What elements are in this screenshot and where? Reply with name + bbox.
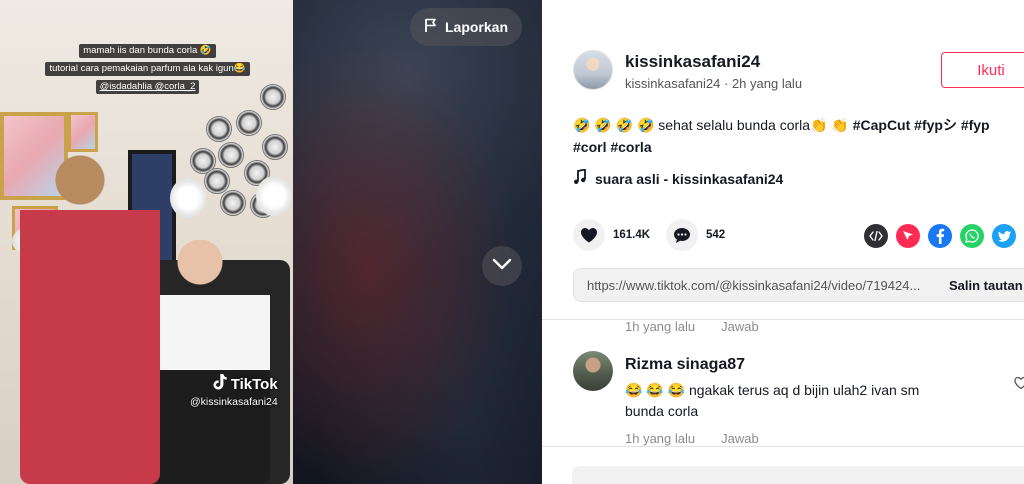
comment-reply-button[interactable]: Jawab (721, 431, 759, 446)
wall-painting-small (68, 112, 98, 152)
caption-line-2: tutorial cara pemakaian parfum ala kak i… (45, 62, 250, 76)
share-link-url[interactable]: https://www.tiktok.com/@kissinkasafani24… (574, 278, 939, 293)
divider (542, 319, 1024, 320)
caption-line-3: @isdadahlia @corla_2 (95, 80, 200, 94)
like-button[interactable]: 161.4K (573, 219, 650, 251)
comment-like-icon[interactable] (1014, 376, 1024, 395)
wall-plate (206, 116, 232, 142)
caption-line-1: mamah iis dan bunda corla 🤣 (79, 44, 216, 58)
comment-avatar[interactable] (573, 351, 613, 391)
comment-username[interactable]: Rizma sinaga87 (625, 356, 745, 374)
follow-button[interactable]: Ikuti (941, 52, 1024, 88)
tiktok-logo-icon (213, 374, 227, 394)
heart-icon (573, 219, 605, 251)
video-player[interactable]: mamah iis dan bunda corla 🤣 tutorial car… (0, 0, 542, 484)
flowers (170, 178, 206, 218)
standing-girl (20, 150, 160, 484)
hashtags[interactable]: #CapCut #fypシ #fyp (853, 117, 990, 133)
like-count: 161.4K (613, 229, 651, 241)
previous-comment-reply-button[interactable]: Jawab (721, 319, 759, 334)
author-username[interactable]: kissinkasafani24 (625, 52, 760, 72)
music-note-icon (573, 168, 587, 188)
author-meta: kissinkasafani24 · 2h yang lalu (625, 76, 803, 91)
whatsapp-icon[interactable] (960, 224, 984, 248)
share-link-box: https://www.tiktok.com/@kissinkasafani24… (573, 268, 1024, 302)
comment-button[interactable]: 542 (666, 219, 725, 251)
post-info-panel: kissinkasafani24 kissinkasafani24 · 2h y… (542, 0, 1024, 484)
comment-time: 1h yang lalu (625, 431, 696, 446)
previous-comment-meta: 1h yang lalu Jawab (625, 319, 759, 334)
description-text: 🤣 🤣 🤣 🤣 sehat selalu bunda corla👏 👏 (573, 117, 853, 133)
comment-icon (666, 219, 698, 251)
report-label: Laporkan (444, 19, 508, 35)
flowers (256, 176, 292, 216)
previous-comment-time: 1h yang lalu (625, 319, 696, 334)
divider (542, 446, 1024, 447)
wall-plate (218, 142, 244, 168)
author-avatar[interactable] (573, 50, 613, 90)
embed-icon[interactable] (864, 224, 888, 248)
next-video-button[interactable] (482, 246, 522, 286)
wall-plate (236, 110, 262, 136)
comment-count: 542 (706, 229, 726, 241)
tiktok-watermark: TikTok @kissinkasafani24 (190, 374, 278, 408)
copy-link-button[interactable]: Salin tautan (939, 278, 1023, 293)
wall-plate (260, 84, 286, 110)
wall-plate (220, 190, 246, 216)
facebook-icon[interactable] (928, 224, 952, 248)
report-button[interactable]: Laporkan (410, 8, 522, 46)
music-title: suara asli - kissinkasafani24 (595, 170, 784, 187)
hashtags-line-2[interactable]: #corl #corla (573, 139, 652, 155)
comment-meta: 1h yang lalu Jawab (625, 431, 759, 446)
watermark-brand: TikTok (230, 375, 278, 393)
comment-input-bar[interactable] (572, 466, 1024, 484)
wall-plate (204, 168, 230, 194)
flag-icon (424, 18, 438, 36)
post-description: 🤣 🤣 🤣 🤣 sehat selalu bunda corla👏 👏 #Cap… (573, 114, 1024, 158)
chevron-down-icon (492, 257, 512, 275)
music-link[interactable]: suara asli - kissinkasafani24 (573, 168, 784, 188)
seated-woman (150, 240, 270, 484)
twitter-icon[interactable] (992, 224, 1016, 248)
comment-text: 😂 😂 😂 ngakak terus aq d bijin ulah2 ivan… (625, 382, 920, 419)
watermark-username: @kissinkasafani24 (190, 396, 278, 408)
video-caption: mamah iis dan bunda corla 🤣 tutorial car… (40, 40, 255, 94)
send-icon[interactable] (896, 224, 920, 248)
video-frame[interactable]: mamah iis dan bunda corla 🤣 tutorial car… (0, 0, 293, 484)
wall-plate (262, 134, 288, 160)
